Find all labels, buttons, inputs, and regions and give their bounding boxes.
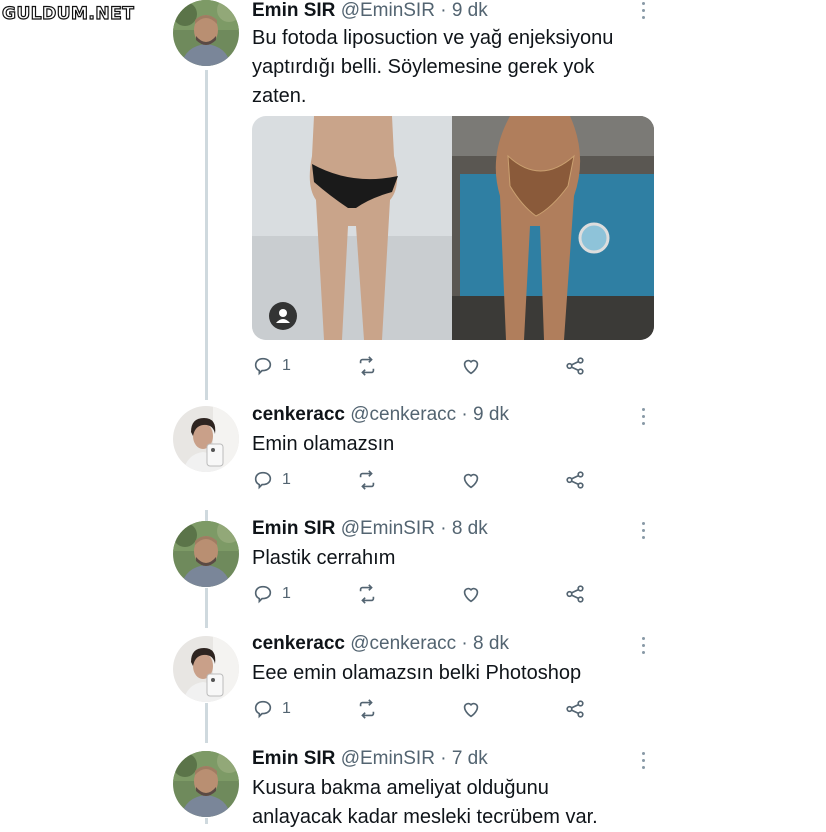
separator: · — [440, 748, 447, 769]
tweet-text: Kusura bakma ameliyat olduğunu anlayacak… — [252, 774, 672, 832]
like-button[interactable] — [460, 355, 482, 377]
reply-button[interactable]: 1 — [252, 583, 291, 605]
timestamp[interactable]: 8 dk — [452, 518, 488, 539]
author-handle[interactable]: @cenkeracc — [350, 404, 456, 425]
more-options-icon[interactable] — [636, 408, 650, 429]
author-handle[interactable]: @EminSIR — [341, 0, 435, 21]
author-name[interactable]: Emin SIR — [252, 748, 335, 769]
more-options-icon[interactable] — [636, 637, 650, 658]
like-button[interactable] — [460, 469, 482, 491]
reply-icon — [254, 357, 272, 376]
share-icon — [566, 357, 584, 375]
share-icon — [566, 700, 584, 718]
author-name[interactable]: cenkeracc — [252, 404, 345, 425]
tweet-actions: 1 — [252, 355, 612, 379]
tweet-actions: 1 — [252, 583, 612, 607]
reply-count: 1 — [282, 471, 291, 488]
tweet-text-line: Eee emin olamazsın belki Photoshop — [252, 662, 582, 684]
reply-button[interactable]: 1 — [252, 355, 291, 377]
tweet-text-line: zaten. — [252, 85, 307, 107]
tweet-text-line: yaptırdığı belli. Söylemesine gerek yok — [252, 56, 595, 78]
retweet-icon — [359, 584, 375, 604]
tweet[interactable]: cenkeracc @cenkeracc · 9 dk Emin olamazs… — [0, 404, 826, 504]
timestamp[interactable]: 7 dk — [452, 748, 488, 769]
avatar[interactable] — [173, 751, 239, 817]
author-handle[interactable]: @cenkeracc — [350, 633, 456, 654]
more-options-icon[interactable] — [636, 752, 650, 773]
tweet-actions: 1 — [252, 469, 612, 493]
tweet-actions: 1 — [252, 698, 612, 722]
tweet-text: Eee emin olamazsın belki Photoshop — [252, 659, 672, 688]
tweet[interactable]: cenkeracc @cenkeracc · 8 dk Eee emin ola… — [0, 633, 826, 733]
avatar[interactable] — [173, 0, 239, 66]
timestamp[interactable]: 8 dk — [473, 633, 509, 654]
tweet-header: cenkeracc @cenkeracc · 8 dk — [252, 633, 509, 655]
tweet-text: Emin olamazsın — [252, 430, 672, 459]
separator: · — [461, 633, 468, 654]
timestamp[interactable]: 9 dk — [452, 0, 488, 21]
avatar[interactable] — [173, 636, 239, 702]
share-button[interactable] — [564, 355, 586, 377]
user-tag-icon[interactable] — [269, 302, 297, 330]
like-button[interactable] — [460, 583, 482, 605]
reply-icon — [254, 700, 272, 719]
like-button[interactable] — [460, 698, 482, 720]
author-name[interactable]: Emin SIR — [252, 518, 335, 539]
author-name[interactable]: Emin SIR — [252, 0, 335, 21]
retweet-icon — [359, 699, 375, 719]
tweet-media-photo[interactable] — [252, 116, 654, 340]
retweet-button[interactable] — [356, 469, 378, 491]
tweet-header: cenkeracc @cenkeracc · 9 dk — [252, 404, 509, 426]
reply-count: 1 — [282, 585, 291, 602]
tweet[interactable]: Emin SIR @EminSIR · 9 dk Bu fotoda lipos… — [0, 0, 826, 385]
share-icon — [566, 471, 584, 489]
retweet-button[interactable] — [356, 583, 378, 605]
separator: · — [440, 0, 447, 21]
heart-icon — [463, 473, 479, 489]
retweet-icon — [359, 356, 375, 376]
tweet-header: Emin SIR @EminSIR · 8 dk — [252, 518, 488, 540]
share-button[interactable] — [564, 469, 586, 491]
retweet-button[interactable] — [356, 355, 378, 377]
tweet[interactable]: Emin SIR @EminSIR · 7 dk Kusura bakma am… — [0, 748, 826, 828]
tweet-text: Bu fotoda liposuction ve yağ enjeksiyonu… — [252, 24, 672, 111]
tweet-text-line: Plastik cerrahım — [252, 547, 396, 569]
reply-count: 1 — [282, 700, 291, 717]
tweet-text-line: Bu fotoda liposuction ve yağ enjeksiyonu — [252, 27, 614, 49]
share-button[interactable] — [564, 698, 586, 720]
reply-icon — [254, 585, 272, 604]
avatar[interactable] — [173, 521, 239, 587]
reply-count: 1 — [282, 357, 291, 374]
reply-button[interactable]: 1 — [252, 469, 291, 491]
share-button[interactable] — [564, 583, 586, 605]
tweet-header: Emin SIR @EminSIR · 9 dk — [252, 0, 488, 22]
tweet-text-line: anlayacak kadar mesleki tecrübem var. — [252, 806, 598, 828]
reply-button[interactable]: 1 — [252, 698, 291, 720]
retweet-button[interactable] — [356, 698, 378, 720]
share-icon — [566, 585, 584, 603]
heart-icon — [463, 702, 479, 718]
retweet-icon — [359, 470, 375, 490]
timestamp[interactable]: 9 dk — [473, 404, 509, 425]
tweet[interactable]: Emin SIR @EminSIR · 8 dk Plastik cerrahı… — [0, 518, 826, 618]
tweet-text-line: Kusura bakma ameliyat olduğunu — [252, 777, 549, 799]
author-handle[interactable]: @EminSIR — [341, 518, 435, 539]
reply-icon — [254, 471, 272, 490]
author-handle[interactable]: @EminSIR — [341, 748, 435, 769]
separator: · — [440, 518, 447, 539]
tweet-text: Plastik cerrahım — [252, 544, 672, 573]
avatar[interactable] — [173, 406, 239, 472]
more-options-icon[interactable] — [636, 522, 650, 543]
tweet-text-line: Emin olamazsın — [252, 433, 395, 455]
heart-icon — [463, 587, 479, 603]
separator: · — [461, 404, 468, 425]
more-options-icon[interactable] — [636, 2, 650, 23]
author-name[interactable]: cenkeracc — [252, 633, 345, 654]
heart-icon — [463, 359, 479, 375]
tweet-header: Emin SIR @EminSIR · 7 dk — [252, 748, 488, 770]
